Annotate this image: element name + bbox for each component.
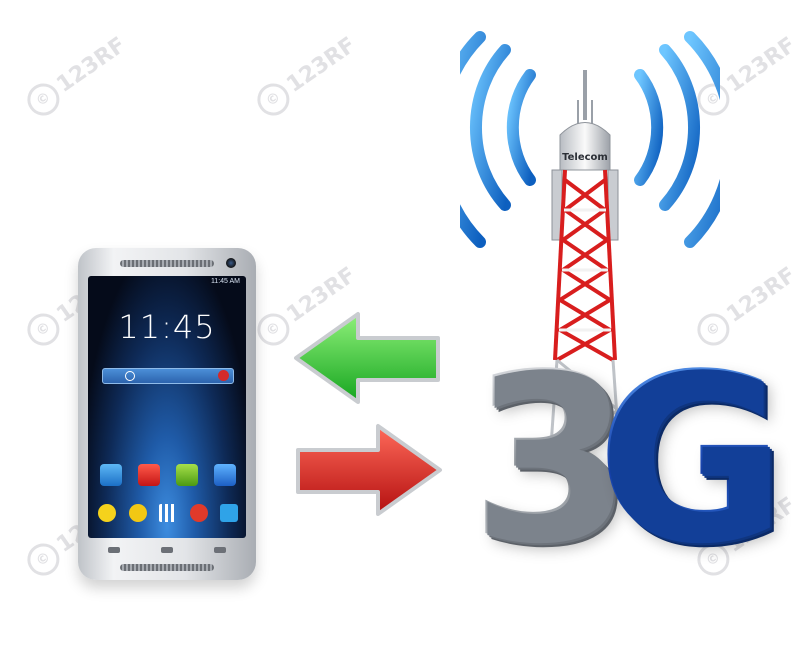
app-row (100, 464, 236, 486)
search-icon (125, 371, 135, 381)
nav-buttons (88, 544, 246, 556)
arrow-right-icon (296, 424, 442, 516)
speaker-grille-top (120, 260, 214, 267)
dock-icon (128, 504, 147, 522)
network-app-icon (138, 464, 160, 486)
dock-icon (189, 504, 208, 522)
apps-grid-icon (159, 504, 177, 522)
g-glyph: G (596, 326, 785, 593)
signal-wave-icon (659, 44, 701, 211)
dock-icon (98, 504, 116, 522)
home-icon (160, 547, 173, 553)
watermark: ©123RF (21, 30, 133, 122)
smartphone: 11:45 AM 11:45 (78, 248, 256, 580)
arrow-left-icon (294, 312, 440, 404)
signal-wave-icon (634, 69, 664, 186)
app-dock (98, 504, 238, 522)
recent-apps-icon (213, 547, 226, 553)
back-icon (108, 547, 121, 553)
scene: ©123RF ©123RF ©123RF ©123RF ©123RF ©123R… (0, 0, 800, 667)
front-camera (226, 258, 236, 268)
tower-label: Telecom (562, 152, 608, 163)
gallery-app-icon (100, 464, 122, 486)
world-app-icon (214, 464, 236, 486)
signal-wave-icon (506, 69, 536, 186)
clock-widget: 11:45 (118, 308, 216, 346)
signal-wave-icon (469, 44, 511, 211)
status-bar-time: 11:45 AM (210, 278, 240, 285)
dock-icon (220, 504, 238, 522)
phone-screen: 11:45 AM 11:45 (88, 276, 246, 538)
power-icon (218, 370, 229, 381)
folder-app-icon (176, 464, 198, 486)
speaker-grille-bottom (120, 564, 214, 571)
watermark: ©123RF (251, 30, 363, 122)
search-bar (102, 368, 234, 384)
